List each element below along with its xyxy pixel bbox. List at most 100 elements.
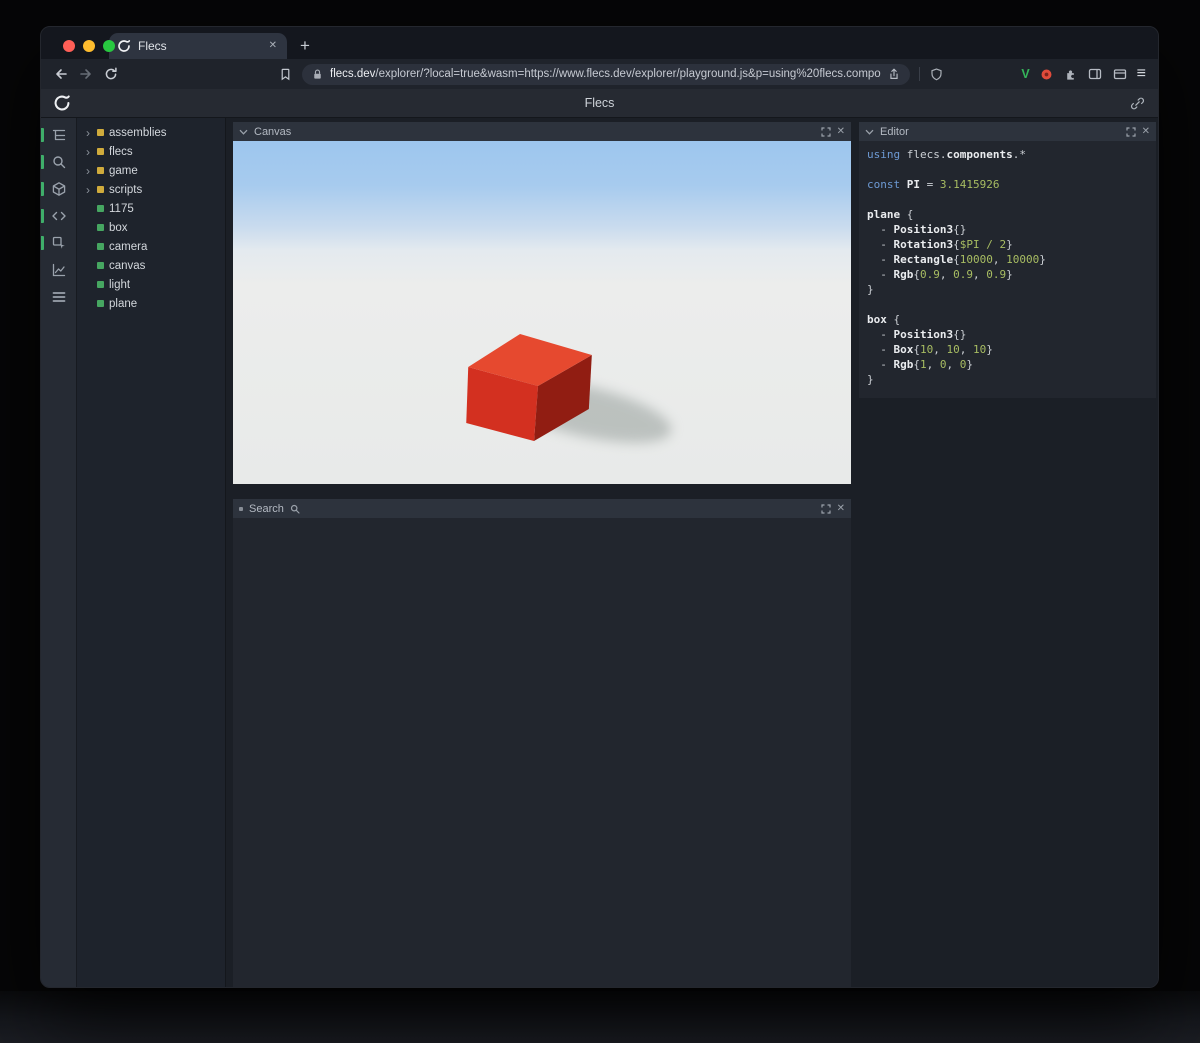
center-column: Canvas ✕ Search ✕ <box>226 118 858 987</box>
tree-item-plane[interactable]: plane <box>77 294 225 313</box>
expand-panel-icon[interactable] <box>821 503 831 514</box>
entity-square-icon <box>97 281 104 288</box>
rail-search-button[interactable] <box>41 154 76 170</box>
expand-arrow-icon[interactable]: › <box>84 165 92 177</box>
close-panel-icon[interactable]: ✕ <box>837 126 845 137</box>
tree-item-label: game <box>109 164 138 177</box>
browser-toolbar: flecs.dev/explorer/?local=true&wasm=http… <box>41 59 1158 89</box>
code-line: plane { <box>867 208 914 221</box>
tree-item-label: camera <box>109 240 148 253</box>
collapse-chevron-icon[interactable] <box>865 129 874 135</box>
search-icon <box>52 156 65 169</box>
minimize-window-button[interactable] <box>83 40 95 52</box>
reload-button[interactable] <box>103 66 119 82</box>
browser-menu-icon[interactable]: ≡ <box>1137 66 1146 82</box>
code-line: - Box{10, 10, 10} <box>867 343 993 356</box>
url-bar[interactable]: flecs.dev/explorer/?local=true&wasm=http… <box>302 63 911 85</box>
browser-tab[interactable]: Flecs ✕ <box>109 33 287 59</box>
side-panel-icon[interactable] <box>1087 66 1103 82</box>
search-panel-header: Search ✕ <box>233 499 851 518</box>
tree-item-canvas[interactable]: canvas <box>77 256 225 275</box>
tree-item-light[interactable]: light <box>77 275 225 294</box>
wallet-card-icon[interactable] <box>1112 66 1128 82</box>
rail-queries-button[interactable] <box>41 289 76 305</box>
tree-item-scripts[interactable]: › scripts <box>77 180 225 199</box>
expand-arrow-icon[interactable]: › <box>84 184 92 196</box>
share-link-icon[interactable] <box>1130 96 1145 111</box>
extension-red-circle-icon[interactable] <box>1039 67 1054 82</box>
active-indicator <box>41 182 44 196</box>
tree-item-flecs[interactable]: › flecs <box>77 142 225 161</box>
active-indicator <box>41 128 44 142</box>
collapse-chevron-icon[interactable] <box>239 129 248 135</box>
code-line: - Position3{} <box>867 328 967 341</box>
code-line: using flecs.components.* <box>867 148 1026 161</box>
shield-icon[interactable] <box>929 67 944 82</box>
module-square-icon <box>97 148 104 155</box>
panel-title: Editor <box>880 125 909 138</box>
rail-inspector-button[interactable] <box>41 235 76 251</box>
rows-icon <box>52 292 65 302</box>
cube-icon <box>52 182 65 196</box>
editor-code[interactable]: using flecs.components.* const PI = 3.14… <box>859 141 1156 398</box>
zoom-window-button[interactable] <box>103 40 115 52</box>
back-button[interactable] <box>53 66 69 82</box>
expand-arrow-icon[interactable]: › <box>84 146 92 158</box>
app-header: Flecs <box>41 89 1158 118</box>
browser-window: Flecs ✕ + flecs.dev/explorer/?local=true… <box>40 26 1159 988</box>
rail-editor-button[interactable] <box>41 208 76 224</box>
extensions-puzzle-icon[interactable] <box>1063 67 1078 82</box>
tree-item-box[interactable]: box <box>77 218 225 237</box>
tree-item-label: flecs <box>109 145 133 158</box>
tree-item-label: scripts <box>109 183 143 196</box>
forward-button[interactable] <box>78 66 94 82</box>
code-line: box { <box>867 313 901 326</box>
close-panel-icon[interactable]: ✕ <box>1142 126 1150 137</box>
canvas-3d-viewport[interactable] <box>233 141 851 484</box>
rail-canvas-button[interactable] <box>41 181 76 197</box>
rail-stats-button[interactable] <box>41 262 76 278</box>
code-icon <box>51 211 66 221</box>
url-text: flecs.dev/explorer/?local=true&wasm=http… <box>330 68 881 80</box>
window-controls <box>63 40 115 52</box>
desktop-edge <box>0 991 1200 1043</box>
toolbar-divider <box>919 67 921 81</box>
expand-panel-icon[interactable] <box>1126 126 1136 137</box>
share-icon[interactable] <box>887 67 901 81</box>
entity-tree: › assemblies › flecs › game › scripts 1175 box cam… <box>77 118 226 987</box>
expand-panel-icon[interactable] <box>821 126 831 137</box>
collapsed-indicator-icon[interactable] <box>239 506 243 511</box>
app-content: › assemblies › flecs › game › scripts 1175 box cam… <box>41 118 1158 987</box>
rail-tree-button[interactable] <box>41 127 76 143</box>
close-panel-icon[interactable]: ✕ <box>837 503 845 514</box>
tab-favicon-flecs-logo-icon <box>117 39 131 53</box>
tree-item-assemblies[interactable]: › assemblies <box>77 123 225 142</box>
close-window-button[interactable] <box>63 40 75 52</box>
tree-item-camera[interactable]: camera <box>77 237 225 256</box>
active-indicator <box>41 155 44 169</box>
code-line: - Position3{} <box>867 223 967 236</box>
search-panel-body <box>233 518 851 987</box>
editor-panel-header: Editor ✕ <box>859 122 1156 141</box>
extension-v-icon[interactable]: V <box>1021 67 1029 81</box>
entity-square-icon <box>97 300 104 307</box>
tree-item-game[interactable]: › game <box>77 161 225 180</box>
active-indicator <box>41 209 44 223</box>
expand-arrow-icon[interactable]: › <box>84 127 92 139</box>
url-path: /explorer/?local=true&wasm=https://www.f… <box>375 68 881 80</box>
new-tab-button[interactable]: + <box>300 33 310 59</box>
tree-item-1175[interactable]: 1175 <box>77 199 225 218</box>
code-line: } <box>867 373 874 386</box>
tab-close-icon[interactable]: ✕ <box>267 39 279 53</box>
panel-title: Search <box>249 502 284 515</box>
code-line: } <box>867 283 874 296</box>
flecs-logo-icon[interactable] <box>53 94 71 112</box>
panel-gap <box>233 484 851 499</box>
code-line: - Rgb{0.9, 0.9, 0.9} <box>867 268 1013 281</box>
entity-square-icon <box>97 243 104 250</box>
bookmark-icon[interactable] <box>278 67 293 82</box>
tree-item-label: assemblies <box>109 126 167 139</box>
editor-panel: Editor ✕ using flecs.components.* const … <box>859 122 1156 398</box>
